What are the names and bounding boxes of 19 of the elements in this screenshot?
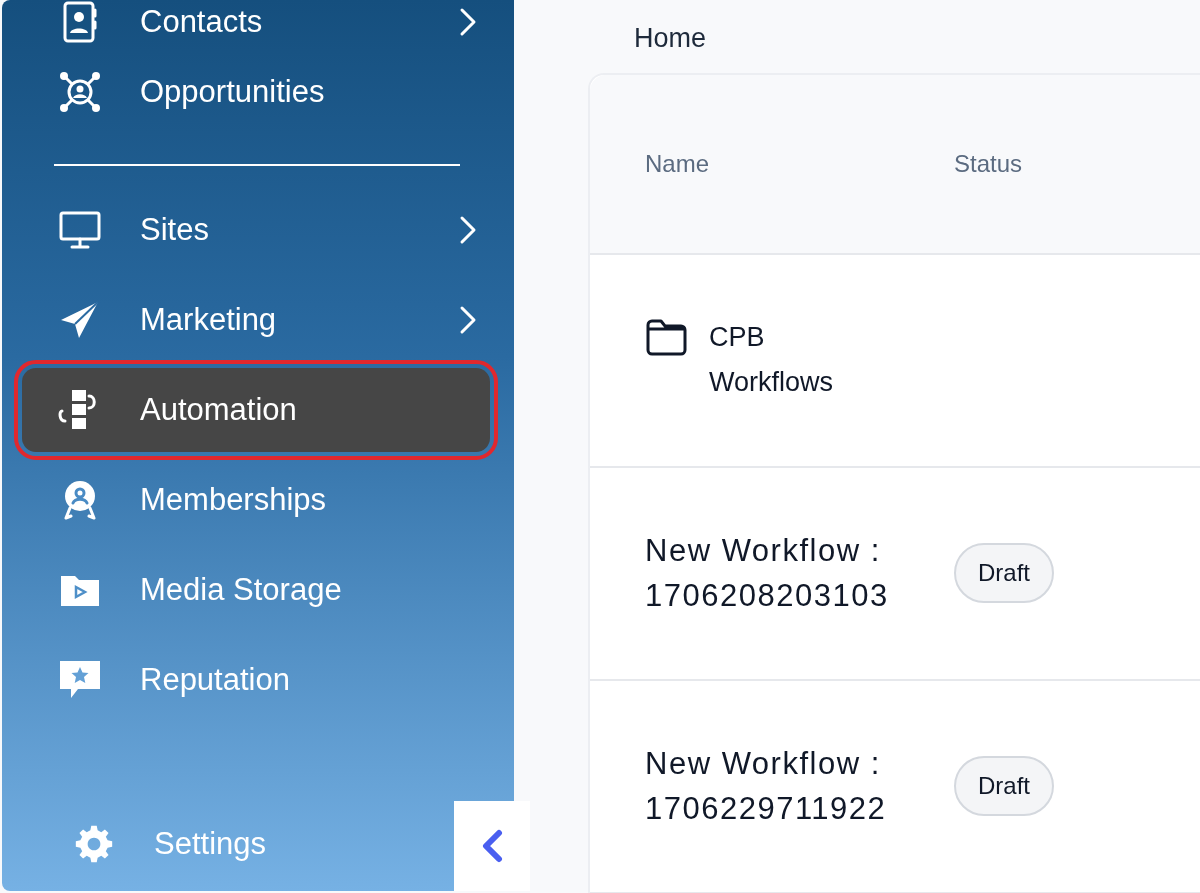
- breadcrumb-link[interactable]: Home: [634, 18, 1200, 59]
- sidebar-item[interactable]: Sites: [22, 188, 490, 272]
- workflow-name-link[interactable]: New Workflow : 1706229711922: [645, 741, 893, 831]
- sidebar-item[interactable]: Contacts: [22, 0, 490, 44]
- settings-icon: [74, 823, 114, 864]
- chevron-left-icon: [480, 829, 504, 863]
- sidebar-item[interactable]: Opportunities: [22, 50, 490, 134]
- column-header: Status: [954, 148, 1023, 179]
- status-badge: Draft: [954, 756, 1054, 816]
- folder-link[interactable]: CPB Workflows: [709, 315, 879, 405]
- status-badge: Draft: [954, 543, 1054, 603]
- workflow-name-link[interactable]: New Workflow : 1706208203103: [645, 528, 893, 618]
- sidebar-item[interactable]: Marketing: [22, 278, 490, 362]
- column-header: Name: [644, 148, 711, 179]
- sidebar-item[interactable]: Media Storage: [22, 548, 490, 632]
- collapse-button[interactable]: [454, 801, 530, 891]
- sidebar-item[interactable]: Memberships: [22, 458, 490, 542]
- folder-icon: [645, 317, 689, 357]
- network-person-icon: [58, 70, 102, 114]
